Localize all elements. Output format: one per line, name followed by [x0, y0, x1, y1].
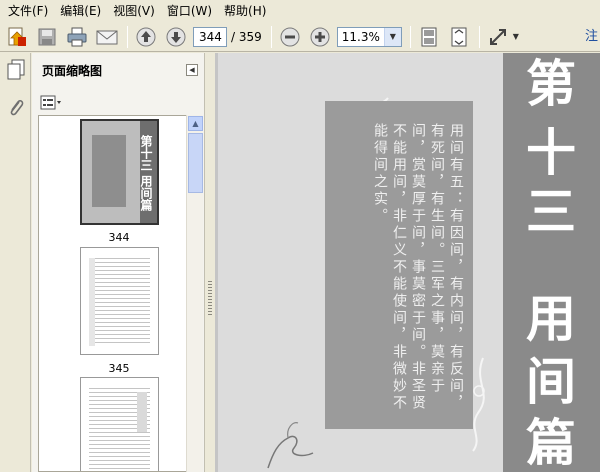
chevron-left-icon[interactable]: ◀ [186, 64, 198, 76]
single-page-icon[interactable] [416, 24, 442, 50]
thumbnails-panel: 页面缩略图 ◀ 第十三 用间篇 344 345 ▲ [32, 53, 204, 472]
ink-figure-illustration [267, 422, 314, 469]
zoom-value: 11.3% [341, 29, 380, 44]
thumbnail-page-346[interactable] [80, 377, 159, 471]
save-icon[interactable] [34, 24, 60, 50]
thumbnail-label: 344 [108, 231, 130, 244]
print-icon[interactable] [64, 24, 90, 50]
quote-text: 用间有五：有因间，有内间，有反间，有死间，有生间。三军之事，莫亲于间，赏莫厚于间… [372, 123, 464, 412]
thumbnail-scrollbar[interactable]: ▲ [186, 115, 203, 472]
menu-bar: 文件(F) 编辑(E) 视图(V) 窗口(W) 帮助(H) [0, 0, 600, 22]
toolbar-separator [409, 25, 411, 48]
splitter-grip[interactable] [208, 281, 212, 317]
page-number-input[interactable]: 344 [193, 26, 227, 47]
chevron-down-icon[interactable]: ▼ [383, 27, 401, 46]
thumbnail-list[interactable]: 第十三 用间篇 344 345 [38, 115, 193, 472]
menu-file[interactable]: 文件(F) [2, 1, 54, 21]
chapter-char: 第 [526, 54, 576, 113]
total-pages: / 359 [231, 29, 262, 44]
email-icon[interactable] [94, 24, 120, 50]
chapter-char: 篇 [526, 413, 576, 472]
toolbar-more-icon[interactable]: ▼ [513, 32, 519, 41]
panel-options[interactable] [40, 93, 62, 113]
panel-title: 页面缩略图 [42, 63, 103, 78]
zoom-select[interactable]: 11.3% ▼ [336, 26, 402, 47]
toolbar-separator [127, 25, 128, 48]
menu-help[interactable]: 帮助(H) [218, 1, 272, 21]
next-page-icon[interactable] [163, 24, 189, 50]
zoom-out-icon[interactable] [277, 24, 303, 50]
pages-icon[interactable] [6, 59, 26, 81]
document-view[interactable]: 用间有五：有因间，有内间，有反间，有死间，有生间。三军之事，莫亲于间，赏莫厚于间… [215, 53, 600, 472]
toolbar-separator [478, 25, 480, 48]
thumbnail-page-345[interactable] [80, 247, 159, 355]
document-page: 用间有五：有因间，有内间，有反间，有死间，有生间。三军之事，莫亲于间，赏莫厚于间… [218, 53, 600, 472]
menu-edit[interactable]: 编辑(E) [54, 1, 107, 21]
panel-splitter[interactable] [204, 53, 215, 472]
menu-window[interactable]: 窗口(W) [161, 1, 218, 21]
chapter-char: 十 [526, 123, 576, 182]
create-pdf-icon[interactable] [4, 24, 30, 50]
comment-menu-label[interactable]: 注 [585, 22, 598, 52]
full-screen-icon[interactable] [485, 24, 511, 50]
thumbnail-label: 345 [108, 362, 130, 375]
navigation-rail [0, 53, 31, 472]
options-icon [40, 95, 61, 110]
chapter-char: 三 [526, 182, 576, 241]
chapter-char: 间 [526, 352, 576, 411]
attachment-icon[interactable] [6, 97, 26, 119]
toolbar-separator [270, 25, 272, 48]
toolbar: 344 / 359 11.3% ▼ ▼ 注 [0, 22, 600, 52]
quote-text-box: 用间有五：有因间，有内间，有反间，有死间，有生间。三军之事，莫亲于间，赏莫厚于间… [325, 101, 473, 429]
zoom-in-icon[interactable] [307, 24, 333, 50]
previous-page-icon[interactable] [133, 24, 159, 50]
chevron-up-icon[interactable]: ▲ [188, 116, 203, 131]
scrollbar-thumb[interactable] [188, 133, 203, 193]
thumbnail-title: 第十三 用间篇 [139, 135, 153, 212]
menu-view[interactable]: 视图(V) [107, 1, 161, 21]
fit-page-icon[interactable] [446, 24, 472, 50]
thumbnail-page-344[interactable]: 第十三 用间篇 [80, 119, 159, 225]
chapter-char: 用 [526, 289, 576, 348]
